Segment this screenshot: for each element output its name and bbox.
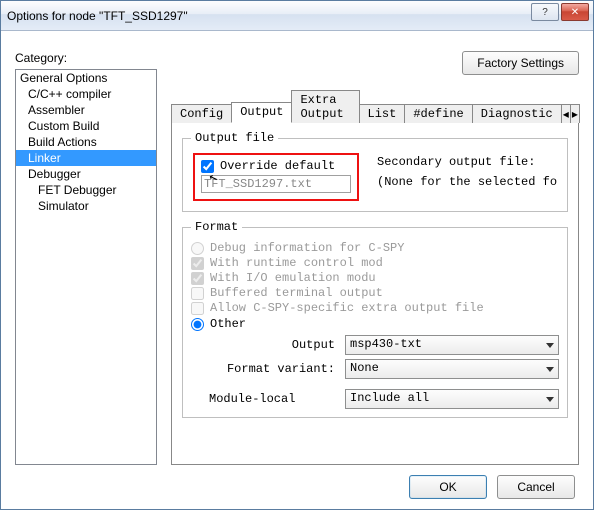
tab-extra-output[interactable]: Extra Output (291, 90, 359, 123)
format-variant-combo[interactable]: None (345, 359, 559, 379)
debug-cspy-radio (191, 242, 204, 255)
other-format-radio[interactable] (191, 318, 204, 331)
ok-button[interactable]: OK (409, 475, 487, 499)
category-item[interactable]: Assembler (16, 102, 156, 118)
runtime-control-label: With runtime control mod (210, 256, 383, 270)
factory-settings-button[interactable]: Factory Settings (462, 51, 579, 75)
category-label: Category: (15, 51, 157, 65)
output-format-label: Output (209, 338, 339, 352)
tabstrip: ConfigOutputExtra OutputList#defineDiagn… (171, 89, 579, 123)
cancel-button[interactable]: Cancel (497, 475, 575, 499)
secondary-output-label: Secondary output file: (377, 155, 559, 169)
dialog-footer: OK Cancel (15, 465, 579, 499)
category-list[interactable]: General OptionsC/C++ compilerAssemblerCu… (15, 69, 157, 465)
format-variant-label: Format variant: (209, 362, 339, 376)
category-item[interactable]: General Options (16, 70, 156, 86)
tab-scroll-right[interactable]: ▸ (570, 104, 580, 123)
output-file-group: Output file ↖ Override default (182, 131, 568, 212)
tab-list[interactable]: List (359, 104, 406, 123)
right-column: Factory Settings ConfigOutputExtra Outpu… (171, 45, 579, 465)
close-button[interactable]: ✕ (561, 3, 589, 21)
output-file-legend: Output file (191, 131, 278, 145)
other-format-label: Other (210, 317, 246, 331)
highlight-box: ↖ Override default (193, 153, 359, 201)
category-item[interactable]: Simulator (16, 198, 156, 214)
allow-cspy-extra-label: Allow C-SPY-specific extra output file (210, 301, 484, 315)
override-default-checkbox[interactable] (201, 160, 214, 173)
tab-config[interactable]: Config (171, 104, 232, 123)
module-local-combo[interactable]: Include all (345, 389, 559, 409)
window-title: Options for node "TFT_SSD1297" (7, 9, 188, 23)
dialog-body: Category: General OptionsC/C++ compilerA… (1, 31, 593, 509)
debug-cspy-label: Debug information for C-SPY (210, 241, 404, 255)
category-item[interactable]: Linker (16, 150, 156, 166)
output-format-combo[interactable]: msp430-txt (345, 335, 559, 355)
titlebar: Options for node "TFT_SSD1297" ? ✕ (1, 1, 593, 31)
secondary-output-value: (None for the selected fo (377, 175, 559, 189)
override-default-label: Override default (220, 159, 335, 173)
buffered-terminal-checkbox (191, 287, 204, 300)
category-item[interactable]: FET Debugger (16, 182, 156, 198)
allow-cspy-extra-checkbox (191, 302, 204, 315)
help-button[interactable]: ? (531, 3, 559, 21)
category-column: Category: General OptionsC/C++ compilerA… (15, 45, 157, 465)
format-legend: Format (191, 220, 242, 234)
window-controls: ? ✕ (529, 3, 589, 21)
tab-page-output: Output file ↖ Override default (171, 123, 579, 465)
format-group: Format Debug information for C-SPY With … (182, 220, 568, 418)
tab-output[interactable]: Output (231, 102, 292, 123)
io-emulation-label: With I/O emulation modu (210, 271, 376, 285)
module-local-label: Module-local (209, 392, 339, 406)
category-item[interactable]: C/C++ compiler (16, 86, 156, 102)
io-emulation-checkbox (191, 272, 204, 285)
category-item[interactable]: Build Actions (16, 134, 156, 150)
buffered-terminal-label: Buffered terminal output (210, 286, 383, 300)
category-item[interactable]: Debugger (16, 166, 156, 182)
runtime-control-checkbox (191, 257, 204, 270)
category-item[interactable]: Custom Build (16, 118, 156, 134)
tab--define[interactable]: #define (404, 104, 472, 123)
tab-diagnostic[interactable]: Diagnostic (472, 104, 562, 123)
output-filename-field[interactable] (201, 175, 351, 193)
